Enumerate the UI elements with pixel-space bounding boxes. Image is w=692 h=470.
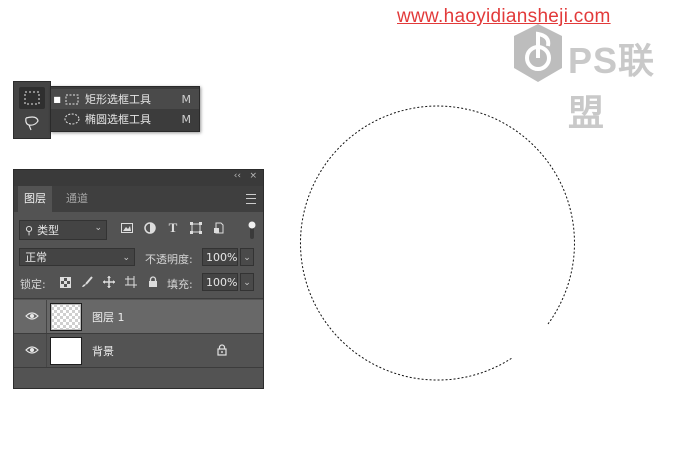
elliptical-selection-marquee[interactable] [0, 0, 692, 470]
